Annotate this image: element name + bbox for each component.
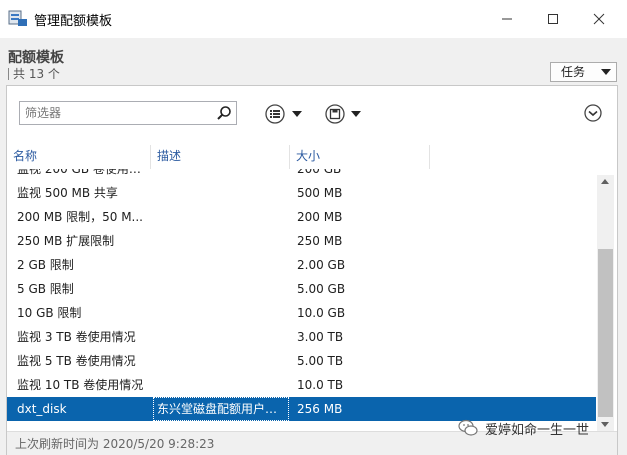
column-header-description[interactable]: 描述 (151, 145, 290, 169)
row-size: 5.00 GB (297, 282, 346, 296)
minimize-button[interactable] (484, 0, 530, 38)
search-icon[interactable] (216, 105, 232, 121)
table-row[interactable]: 2 GB 限制 2.00 GB (7, 253, 596, 277)
table-row[interactable]: 200 MB 限制，50 M... 200 MB (7, 205, 596, 229)
chevron-down-icon[interactable] (292, 111, 302, 117)
row-size: 10.0 GB (297, 306, 346, 320)
row-name: 2 GB 限制 (17, 258, 74, 272)
expand-collapse-icon[interactable] (584, 104, 602, 122)
watermark-text: 爱婷如命一生一世 (485, 422, 590, 438)
watermark: 爱婷如命一生一世 (457, 416, 589, 440)
row-name: 200 MB 限制，50 M... (17, 210, 144, 224)
chevron-down-icon (601, 69, 611, 75)
row-description: 东兴堂磁盘配额用户模... (153, 397, 289, 421)
column-header-size[interactable]: 大小 (290, 145, 430, 169)
scroll-up-icon[interactable] (601, 179, 609, 184)
tasks-label: 任务 (561, 65, 586, 79)
row-name: 5 GB 限制 (17, 282, 74, 296)
maximize-button[interactable] (530, 0, 576, 38)
row-size: 250 MB (297, 234, 343, 248)
count-divider (8, 68, 9, 80)
table-row[interactable]: 5 GB 限制 5.00 GB (7, 277, 596, 301)
row-name: 监视 10 TB 卷使用情况 (17, 378, 144, 392)
row-name: 250 MB 扩展限制 (17, 234, 115, 248)
chevron-down-icon[interactable] (351, 111, 361, 117)
templates-panel: 名称 描述 大小 监视 200 GB 卷使用情... 200 GB 监视 500… (6, 85, 618, 455)
table-row[interactable]: 监视 10 TB 卷使用情况 10.0 TB (7, 373, 596, 397)
scroll-thumb[interactable] (598, 249, 613, 417)
row-size: 2.00 GB (297, 258, 346, 272)
table-row[interactable]: 监视 5 TB 卷使用情况 5.00 TB (7, 349, 596, 373)
save-query-icon[interactable] (325, 104, 345, 124)
filter-box[interactable] (19, 101, 237, 125)
section-title: 配额模板 (8, 50, 64, 66)
toolbar (7, 86, 617, 143)
row-name: 监视 5 TB 卷使用情况 (17, 354, 136, 368)
tasks-dropdown[interactable]: 任务 (550, 62, 617, 82)
maximize-icon (548, 14, 558, 24)
row-size: 3.00 TB (297, 330, 344, 344)
row-size: 500 MB (297, 186, 343, 200)
row-size: 5.00 TB (297, 354, 344, 368)
column-header-spacer (430, 145, 617, 169)
template-list: 监视 200 GB 卷使用情... 200 GB 监视 500 MB 共享 50… (7, 169, 596, 431)
row-size: 200 GB (297, 169, 342, 176)
row-name: dxt_disk (17, 402, 67, 416)
column-header-name[interactable]: 名称 (7, 145, 151, 169)
window-title: 管理配额模板 (34, 14, 113, 29)
item-count-text: 共 13 个 (13, 67, 60, 81)
filter-input[interactable] (20, 102, 210, 124)
table-row[interactable]: 250 MB 扩展限制 250 MB (7, 229, 596, 253)
list-view-icon[interactable] (265, 104, 285, 124)
close-button[interactable] (576, 0, 622, 38)
row-size: 256 MB (297, 402, 343, 416)
item-count: 共 13 个 (8, 65, 60, 82)
table-row[interactable]: 监视 500 MB 共享 500 MB (7, 181, 596, 205)
row-name: 监视 3 TB 卷使用情况 (17, 330, 136, 344)
vertical-scrollbar[interactable] (597, 175, 614, 431)
table-row[interactable]: 监视 200 GB 卷使用情... 200 GB (7, 169, 596, 181)
table-row[interactable]: 监视 3 TB 卷使用情况 3.00 TB (7, 325, 596, 349)
close-icon (593, 13, 605, 25)
row-size: 200 MB (297, 210, 343, 224)
row-name: 监视 500 MB 共享 (17, 186, 118, 200)
title-bar: 管理配额模板 (0, 0, 627, 38)
minimize-icon (502, 18, 512, 20)
quota-app-icon (8, 10, 27, 26)
wechat-icon (458, 419, 478, 436)
scroll-down-icon[interactable] (601, 422, 609, 427)
row-name: 监视 200 GB 卷使用情... (17, 169, 149, 176)
row-size: 10.0 TB (297, 378, 344, 392)
table-row[interactable]: 10 GB 限制 10.0 GB (7, 301, 596, 325)
row-name: 10 GB 限制 (17, 306, 82, 320)
